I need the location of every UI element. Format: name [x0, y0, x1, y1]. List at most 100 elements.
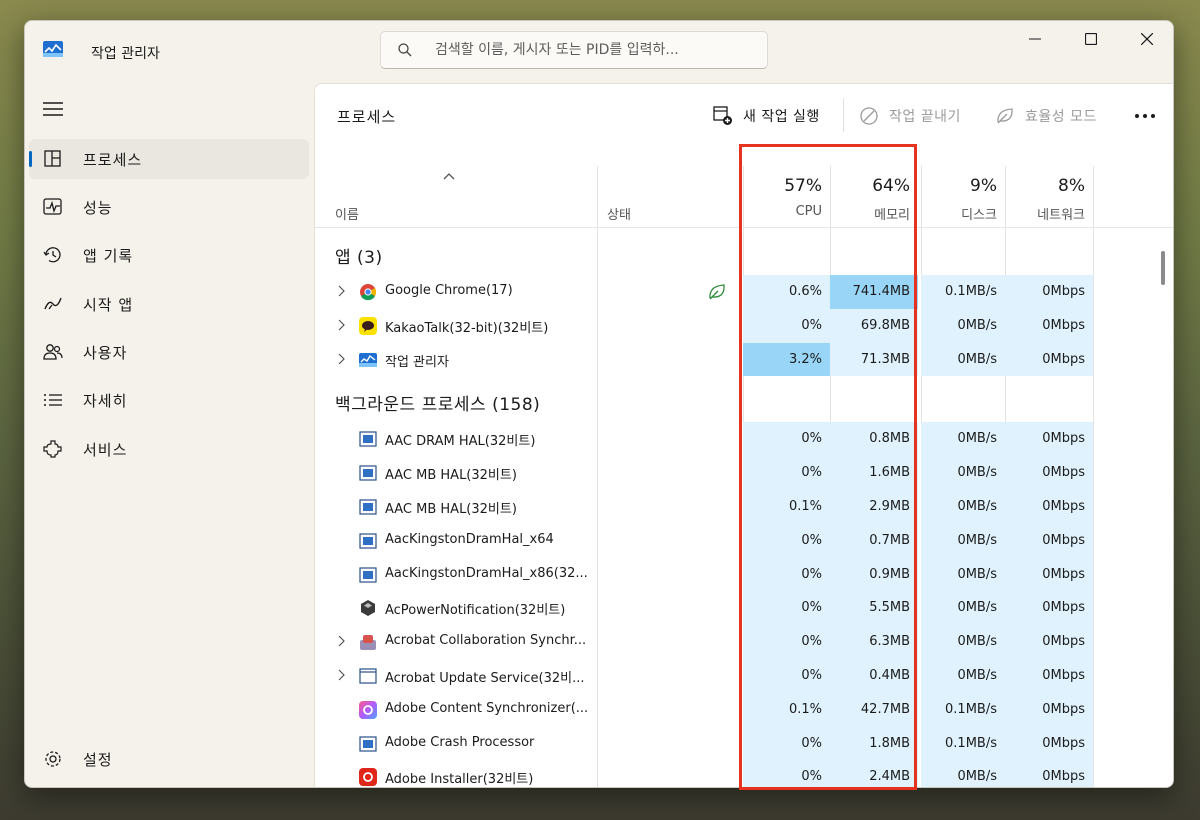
memory-cell: 0.8MB: [830, 422, 918, 457]
table-row[interactable]: AcPowerNotification(32비트) 0% 5.5MB 0MB/s…: [315, 591, 1173, 626]
cpu-cell: 0.6%: [743, 275, 830, 309]
table-row[interactable]: Google Chrome(17) 0.6% 741.4MB 0.1MB/s 0…: [315, 275, 1173, 309]
memory-cell: 0.9MB: [830, 557, 918, 592]
sidebar-item-services[interactable]: 서비스: [29, 429, 309, 469]
background-group-label: 백그라운드 프로세스 (158): [335, 395, 541, 416]
memory-cell: 0.7MB: [830, 523, 918, 558]
table-row[interactable]: Acrobat Collaboration Synchr... 0% 6.3MB…: [315, 625, 1173, 659]
window-app-icon: [359, 465, 377, 481]
details-icon: [44, 394, 62, 406]
cpu-cell: 0%: [743, 422, 830, 457]
disk-cell: 0MB/s: [921, 523, 1005, 558]
efficiency-leaf-icon: [997, 108, 1013, 124]
minimize-button[interactable]: [1007, 21, 1063, 57]
more-options-icon[interactable]: [1133, 108, 1157, 124]
gear-icon: [45, 751, 61, 767]
table-row[interactable]: Acrobat Update Service(32비... 0% 0.4MB 0…: [315, 658, 1173, 693]
search-input[interactable]: [435, 32, 755, 68]
column-header-name[interactable]: 이름: [335, 204, 359, 223]
window-app-icon: [359, 735, 377, 752]
cpu-cell: 3.2%: [743, 342, 830, 377]
disk-cell: 0MB/s: [921, 422, 1005, 457]
close-button[interactable]: [1119, 21, 1173, 57]
chevron-right-icon[interactable]: [337, 319, 345, 331]
process-name: Adobe Installer(32비트): [385, 772, 534, 788]
memory-cell: 69.8MB: [830, 308, 918, 343]
column-header-cpu[interactable]: CPU: [743, 204, 822, 219]
memory-total-percent[interactable]: 64%: [830, 176, 910, 196]
users-icon: [43, 344, 63, 360]
search-icon: [398, 43, 412, 57]
memory-cell: 2.9MB: [830, 489, 918, 524]
chevron-right-icon[interactable]: [337, 635, 345, 647]
apps-group-header: 앱 (3): [315, 229, 1173, 275]
sidebar-item-details[interactable]: 자세히: [29, 380, 309, 420]
efficiency-mode-button[interactable]: 효율성 모드: [995, 100, 1097, 132]
network-total-percent[interactable]: 8%: [1005, 176, 1085, 196]
sidebar-item-performance[interactable]: 성능: [29, 187, 309, 227]
minimize-icon: [1029, 38, 1041, 40]
column-header-disk[interactable]: 디스크: [921, 204, 997, 223]
cpu-cell: 0.1%: [743, 489, 830, 524]
chevron-right-icon[interactable]: [337, 353, 345, 365]
sidebar-item-settings[interactable]: 설정: [29, 739, 309, 779]
window-app-icon: [359, 499, 377, 515]
end-task-icon: [860, 107, 878, 125]
efficiency-leaf-icon: [709, 284, 725, 300]
app-history-icon: [43, 247, 61, 263]
chevron-right-icon[interactable]: [337, 669, 345, 681]
startup-apps-icon: [44, 297, 62, 310]
table-row[interactable]: Adobe Installer(32비트) 0% 2.4MB 0MB/s 0Mb…: [315, 760, 1173, 788]
chevron-right-icon[interactable]: [337, 285, 345, 297]
acrobat-collab-icon: [360, 635, 376, 651]
table-row[interactable]: KakaoTalk(32-bit)(32비트) 0% 69.8MB 0MB/s …: [315, 308, 1173, 343]
table-row[interactable]: AAC MB HAL(32비트) 0% 1.6MB 0MB/s 0Mbps: [315, 456, 1173, 490]
process-name: Google Chrome(17): [385, 283, 513, 298]
apps-group-label: 앱 (3): [335, 248, 383, 268]
table-row[interactable]: AacKingstonDramHal_x86(32... 0% 0.9MB 0M…: [315, 557, 1173, 592]
task-manager-icon: [43, 41, 63, 57]
table-row[interactable]: AacKingstonDramHal_x64 0% 0.7MB 0MB/s 0M…: [315, 523, 1173, 558]
end-task-button[interactable]: 작업 끝내기: [859, 100, 961, 132]
memory-cell: 6.3MB: [830, 625, 918, 659]
disk-total-percent[interactable]: 9%: [921, 176, 997, 196]
cpu-total-percent[interactable]: 57%: [743, 176, 822, 196]
process-name: 작업 관리자: [385, 354, 449, 370]
sidebar-item-users[interactable]: 사용자: [29, 332, 309, 372]
maximize-button[interactable]: [1063, 21, 1119, 57]
table-row[interactable]: Adobe Content Synchronizer(... 0.1% 42.7…: [315, 692, 1173, 727]
sidebar-item-label: 성능: [83, 199, 113, 217]
run-new-task-button[interactable]: 새 작업 실행: [713, 100, 820, 132]
search-box[interactable]: [380, 31, 768, 69]
hamburger-menu-icon[interactable]: [43, 101, 63, 117]
sidebar-item-label: 프로세스: [83, 151, 143, 169]
column-header-memory[interactable]: 메모리: [830, 204, 910, 223]
adobe-installer-icon: [359, 768, 377, 787]
table-row[interactable]: 작업 관리자 3.2% 71.3MB 0MB/s 0Mbps: [315, 342, 1173, 377]
table-row[interactable]: AAC MB HAL(32비트) 0.1% 2.9MB 0MB/s 0Mbps: [315, 489, 1173, 524]
cpu-cell: 0%: [743, 726, 830, 761]
column-header-network[interactable]: 네트워크: [1005, 204, 1085, 223]
column-header-status[interactable]: 상태: [607, 204, 631, 223]
disk-cell: 0.1MB/s: [921, 275, 1005, 309]
memory-cell: 1.6MB: [830, 456, 918, 490]
network-cell: 0Mbps: [1005, 692, 1093, 727]
table-row[interactable]: Adobe Crash Processor 0% 1.8MB 0.1MB/s 0…: [315, 726, 1173, 761]
window-app-icon: [359, 566, 377, 583]
task-manager-icon: [359, 352, 377, 367]
memory-cell: 0.4MB: [830, 658, 918, 693]
end-task-label: 작업 끝내기: [889, 109, 961, 125]
disk-cell: 0MB/s: [921, 760, 1005, 787]
memory-cell: 5.5MB: [830, 591, 918, 626]
toolbar-divider: [843, 98, 844, 132]
network-cell: 0Mbps: [1005, 489, 1093, 524]
process-name: AAC MB HAL(32비트): [385, 468, 517, 484]
network-cell: 0Mbps: [1005, 422, 1093, 457]
vertical-scrollbar[interactable]: [1161, 251, 1165, 285]
sidebar-item-startup-apps[interactable]: 시작 앱: [29, 284, 309, 324]
sidebar-item-app-history[interactable]: 앱 기록: [29, 235, 309, 275]
processes-panel: 프로세스 새 작업 실행 작업 끝내기 효율성 모드 이름 상태 57% CPU…: [314, 83, 1173, 788]
process-name: Acrobat Update Service(32비...: [385, 670, 585, 686]
sidebar-item-processes[interactable]: 프로세스: [29, 139, 309, 179]
table-row[interactable]: AAC DRAM HAL(32비트) 0% 0.8MB 0MB/s 0Mbps: [315, 422, 1173, 457]
